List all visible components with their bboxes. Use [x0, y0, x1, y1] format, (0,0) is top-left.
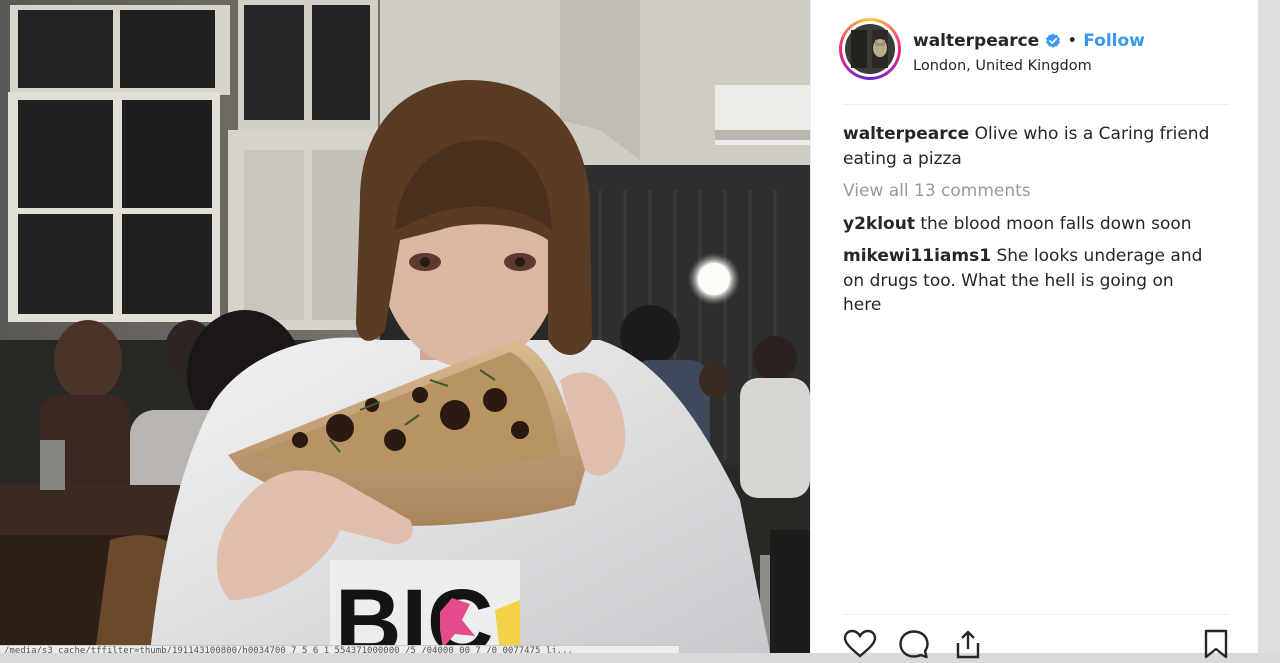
location-link[interactable]: London, United Kingdom — [913, 58, 1092, 74]
photo-illustration: BIC — [0, 0, 810, 653]
comment-username[interactable]: mikewi11iams1 — [843, 246, 991, 266]
story-ring[interactable] — [839, 18, 901, 80]
avatar[interactable] — [842, 21, 898, 77]
comment-text: the blood moon falls down soon — [920, 213, 1192, 234]
comment-item: mikewi11iams1 She looks underage and on … — [843, 244, 1213, 318]
follow-button[interactable]: Follow — [1083, 31, 1145, 51]
avatar-image — [845, 24, 895, 74]
post-photo[interactable]: BIC /media/s3_cache/tffilter=thumb/19114… — [0, 0, 810, 653]
comment-item: y2klout the blood moon falls down soon — [843, 212, 1213, 237]
post-sidebar: walterpearce • Follow London, United Kin… — [810, 0, 1259, 659]
comments-section: walterpearce Olive who is a Caring frien… — [843, 122, 1213, 326]
post-header: walterpearce • Follow London, United Kin… — [839, 18, 1229, 105]
caption-username[interactable]: walterpearce — [843, 124, 969, 144]
view-all-comments-link[interactable]: View all 13 comments — [843, 179, 1213, 204]
heart-icon[interactable] — [843, 629, 877, 663]
share-icon[interactable] — [953, 629, 983, 663]
username[interactable]: walterpearce — [913, 31, 1039, 51]
comment-username[interactable]: y2klout — [843, 214, 915, 234]
hoodie-print: BIC — [335, 571, 493, 653]
bookmark-icon[interactable] — [1203, 629, 1229, 663]
browser-status-url: /media/s3_cache/tffilter=thumb/191143100… — [0, 645, 680, 653]
separator-dot: • — [1067, 31, 1078, 51]
comment-icon[interactable] — [898, 629, 930, 663]
header-user-line: walterpearce • Follow — [913, 31, 1145, 51]
verified-badge-icon — [1045, 33, 1061, 49]
action-bar — [843, 614, 1229, 659]
caption: walterpearce Olive who is a Caring frien… — [843, 122, 1213, 171]
page-scroll-gutter — [1258, 0, 1280, 653]
